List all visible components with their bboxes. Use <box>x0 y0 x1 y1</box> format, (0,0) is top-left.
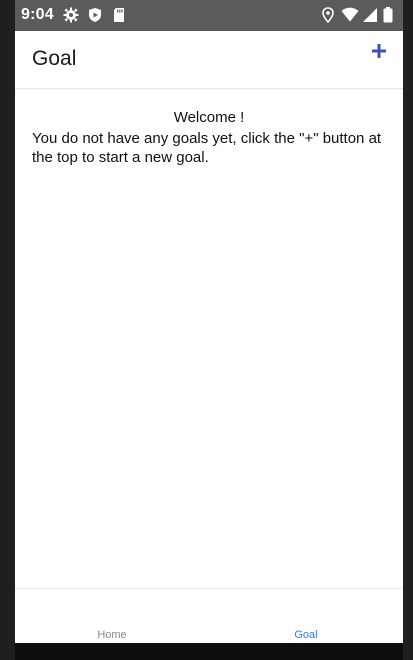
welcome-text: Welcome ! <box>173 109 245 126</box>
page-title: Goal <box>32 47 77 70</box>
status-time: 9:04 <box>21 6 54 23</box>
add-goal-button[interactable] <box>367 41 391 65</box>
tab-goal[interactable]: Goal <box>209 589 403 643</box>
plus-icon <box>372 43 386 63</box>
status-bar: 9:04 <box>15 0 403 31</box>
goal-content: Welcome ! You do not have any goals yet,… <box>15 90 403 588</box>
bottom-tab-bar: Home Goal <box>15 588 403 643</box>
shield-play-icon <box>87 7 103 23</box>
location-icon <box>320 7 336 24</box>
status-right-icons <box>320 7 393 24</box>
battery-icon <box>383 7 393 23</box>
empty-goals-message: You do not have any goals yet, click the… <box>32 130 382 166</box>
settings-icon <box>63 7 79 23</box>
device-frame: 9:04 Goal Welcome ! You do not have any … <box>0 0 413 660</box>
signal-icon <box>362 7 378 23</box>
status-left-icons <box>63 7 127 23</box>
wifi-icon <box>341 7 359 23</box>
tab-goal-label: Goal <box>294 629 318 641</box>
tab-home[interactable]: Home <box>15 589 209 643</box>
tab-home-label: Home <box>97 629 127 641</box>
sd-card-icon <box>111 7 127 23</box>
navigation-bar-area <box>15 643 403 660</box>
app-screen: 9:04 Goal Welcome ! You do not have any … <box>15 0 403 643</box>
app-bar: Goal <box>15 31 403 89</box>
